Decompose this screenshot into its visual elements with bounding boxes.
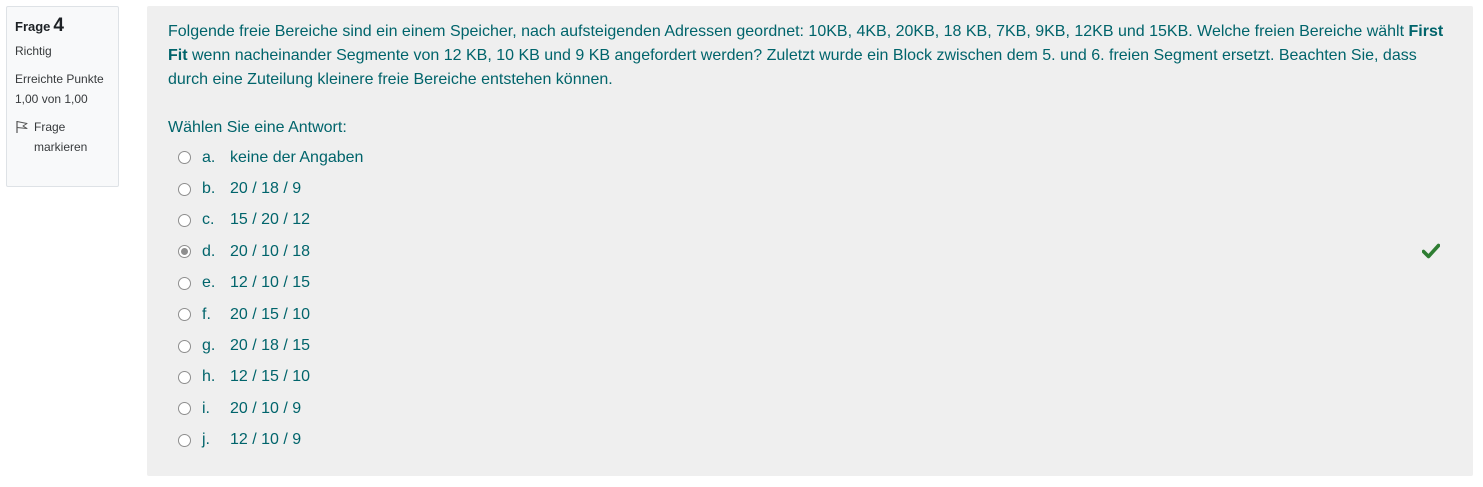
question-number-heading: Frage 4: [15, 15, 110, 38]
answer-radio[interactable]: [178, 433, 191, 447]
answer-letter: d.: [202, 242, 216, 260]
answer-text: 20 / 15 / 10: [230, 305, 311, 323]
checkmark-icon: [1422, 243, 1440, 259]
answer-text: keine der Angaben: [230, 148, 364, 166]
answer-option-e[interactable]: e. 12 / 10 / 15: [168, 268, 1452, 299]
answer-list: a. keine der Angaben b. 20 / 18 / 9 c. 1…: [168, 142, 1452, 456]
flag-icon: [16, 121, 28, 133]
answer-text: 20 / 18 / 15: [230, 337, 311, 355]
question-grade: Erreichte Punkte 1,00 von 1,00: [15, 72, 104, 106]
answer-text: 20 / 18 / 9: [230, 180, 302, 198]
answer-letter: a.: [202, 148, 216, 166]
answer-radio[interactable]: [178, 308, 191, 322]
answer-prompt: Wählen Sie eine Antwort:: [168, 119, 347, 136]
answer-radio[interactable]: [178, 182, 191, 196]
answer-option-c[interactable]: c. 15 / 20 / 12: [168, 205, 1452, 236]
question-formulation: Folgende freie Bereiche sind ein einem S…: [147, 6, 1473, 476]
answer-option-h[interactable]: h. 12 / 15 / 10: [168, 362, 1452, 393]
question-text: Folgende freie Bereiche sind ein einem S…: [168, 20, 1452, 92]
flag-question-button[interactable]: Frage markieren: [15, 117, 110, 157]
answer-text: 12 / 10 / 9: [230, 431, 302, 449]
answer-option-g[interactable]: g. 20 / 18 / 15: [168, 330, 1452, 361]
answer-letter: j.: [202, 431, 210, 449]
answer-letter: f.: [202, 305, 211, 323]
answer-letter: i.: [202, 399, 210, 417]
answer-letter: b.: [202, 180, 216, 198]
answer-radio[interactable]: [178, 151, 191, 165]
answer-text: 20 / 10 / 18: [230, 242, 311, 260]
flag-question-label: Frage markieren: [34, 120, 88, 154]
answer-radio-selected[interactable]: [178, 245, 191, 259]
answer-text: 15 / 20 / 12: [230, 211, 311, 229]
answer-radio[interactable]: [178, 370, 191, 384]
answer-radio[interactable]: [178, 213, 191, 227]
answer-letter: h.: [202, 368, 216, 386]
answer-radio[interactable]: [178, 339, 191, 353]
answer-option-d[interactable]: d. 20 / 10 / 18: [168, 236, 1452, 267]
answer-option-f[interactable]: f. 20 / 15 / 10: [168, 299, 1452, 330]
question-text-part2: wenn nacheinander Segmente von 12 KB, 10…: [168, 47, 1417, 88]
answer-text: 12 / 15 / 10: [230, 368, 311, 386]
question-label: Frage: [15, 19, 51, 34]
answer-radio[interactable]: [178, 402, 191, 416]
answer-radio[interactable]: [178, 276, 191, 290]
question-number: 4: [53, 15, 64, 36]
answer-text: 20 / 10 / 9: [230, 399, 302, 417]
answer-letter: g.: [202, 337, 216, 355]
question-state: Richtig: [15, 44, 52, 58]
answer-text: 12 / 10 / 15: [230, 274, 311, 292]
question-text-part1: Folgende freie Bereiche sind ein einem S…: [168, 23, 1409, 40]
answer-option-b[interactable]: b. 20 / 18 / 9: [168, 173, 1452, 204]
question-info-panel: Frage 4 Richtig Erreichte Punkte 1,00 von…: [6, 6, 119, 187]
answer-option-a[interactable]: a. keine der Angaben: [168, 142, 1452, 173]
answer-option-j[interactable]: j. 12 / 10 / 9: [168, 425, 1452, 456]
answer-option-i[interactable]: i. 20 / 10 / 9: [168, 393, 1452, 424]
answer-letter: e.: [202, 274, 216, 292]
answer-letter: c.: [202, 211, 215, 229]
